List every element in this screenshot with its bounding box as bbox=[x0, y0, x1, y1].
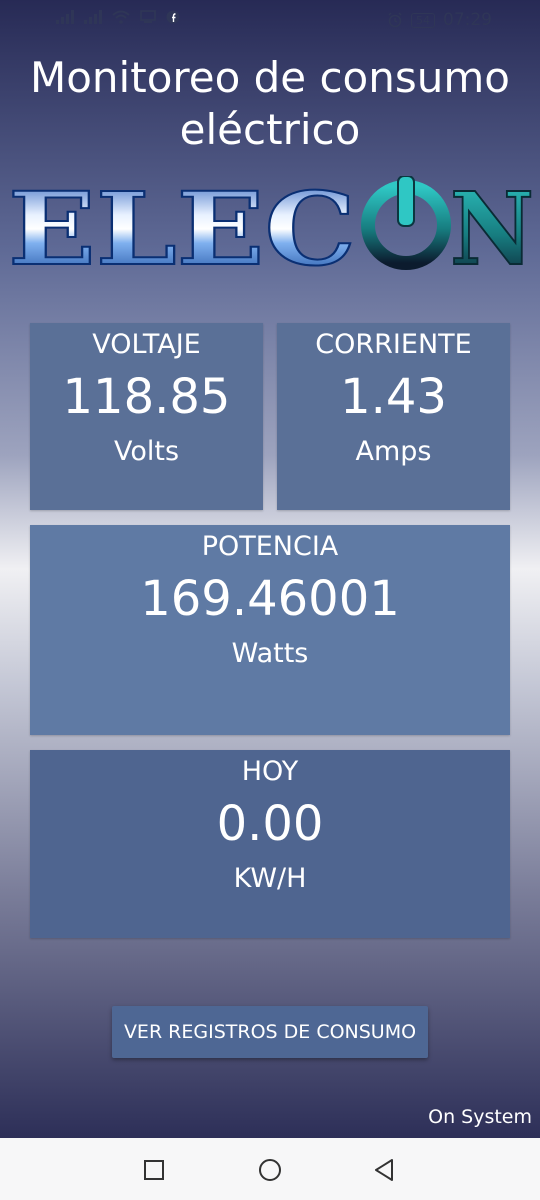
battery-icon: 54 bbox=[411, 12, 435, 28]
app-screen: 54 07:29 Monitoreo de consumo eléctrico … bbox=[0, 0, 540, 1138]
facebook-icon bbox=[166, 10, 180, 24]
signal-icon bbox=[56, 10, 74, 24]
voltage-card: VOLTAJE 118.85 Volts bbox=[30, 323, 263, 510]
recent-apps-icon[interactable] bbox=[142, 1158, 166, 1182]
navigation-bar bbox=[0, 1138, 540, 1200]
cast-icon bbox=[140, 10, 156, 23]
title-line-2: eléctrico bbox=[179, 105, 361, 154]
today-label: HOY bbox=[241, 756, 299, 787]
home-icon[interactable] bbox=[258, 1158, 282, 1182]
elecon-logo: ELEC N bbox=[8, 176, 535, 274]
svg-text:N: N bbox=[450, 176, 534, 274]
svg-text:ELEC: ELEC bbox=[8, 176, 356, 274]
back-icon[interactable] bbox=[372, 1158, 396, 1182]
page-title: Monitoreo de consumo eléctrico bbox=[0, 52, 540, 156]
today-value: 0.00 bbox=[216, 796, 324, 852]
current-unit: Amps bbox=[355, 436, 432, 467]
clock-time: 07:29 bbox=[443, 10, 492, 30]
view-records-button[interactable]: VER REGISTROS DE CONSUMO bbox=[112, 1006, 428, 1058]
power-label: POTENCIA bbox=[201, 531, 339, 562]
today-unit: KW/H bbox=[233, 863, 307, 894]
current-label: CORRIENTE bbox=[315, 329, 472, 360]
power-card: POTENCIA 169.46001 Watts bbox=[30, 525, 510, 735]
today-card: HOY 0.00 KW/H bbox=[30, 750, 510, 938]
signal-icon bbox=[84, 10, 102, 24]
voltage-unit: Volts bbox=[113, 436, 180, 467]
current-card: CORRIENTE 1.43 Amps bbox=[277, 323, 510, 510]
footer-text: On System bbox=[428, 1106, 532, 1128]
voltage-label: VOLTAJE bbox=[92, 329, 201, 360]
power-value: 169.46001 bbox=[140, 571, 400, 627]
wifi-icon bbox=[112, 10, 130, 24]
alarm-icon bbox=[388, 12, 402, 28]
current-value: 1.43 bbox=[340, 369, 447, 425]
power-unit: Watts bbox=[231, 638, 309, 669]
status-bar: 54 07:29 bbox=[0, 0, 540, 40]
voltage-value: 118.85 bbox=[62, 369, 231, 425]
title-line-1: Monitoreo de consumo bbox=[30, 53, 510, 102]
